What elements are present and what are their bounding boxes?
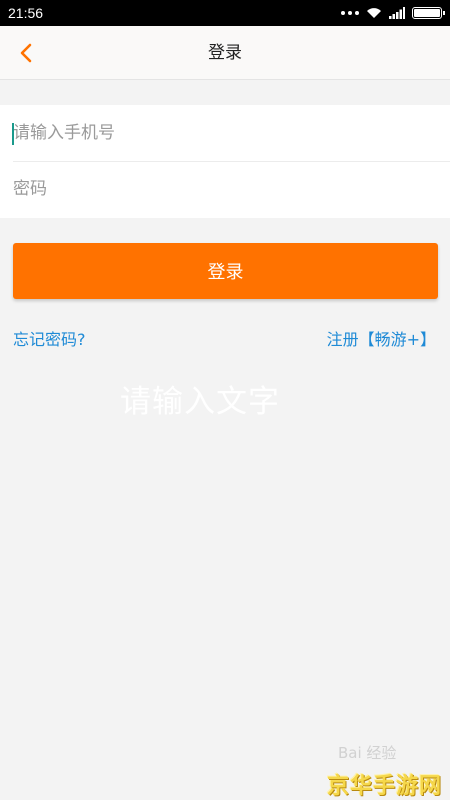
page-title: 登录 [208,43,242,63]
forgot-password-link[interactable]: 忘记密码? [13,326,86,350]
register-link[interactable]: 注册【畅游+】 [327,326,436,350]
status-time: 21:56 [8,5,44,21]
phone-input[interactable] [13,123,450,143]
password-field [0,161,450,217]
phone-field [0,105,450,161]
status-bar: 21:56 [0,0,450,26]
login-form [0,105,450,218]
login-button[interactable]: 登录 [13,243,438,299]
signal-icon [389,7,405,19]
site-watermark: 京华手游网 [326,774,442,799]
header-bar: 登录 [0,26,450,80]
battery-icon [412,7,445,19]
wifi-icon [367,8,381,18]
more-dots-icon [341,11,359,15]
password-input[interactable] [13,179,450,199]
status-icons [341,7,445,19]
overlay-text: 请输入文字 [120,384,280,420]
login-screen: 21:56 登录 请输入手机号 登录 忘记密码? 注册【畅游+】 请输入文字 B… [0,0,450,800]
text-caret [12,123,14,145]
baidu-watermark: Bai 经验 [338,744,397,762]
